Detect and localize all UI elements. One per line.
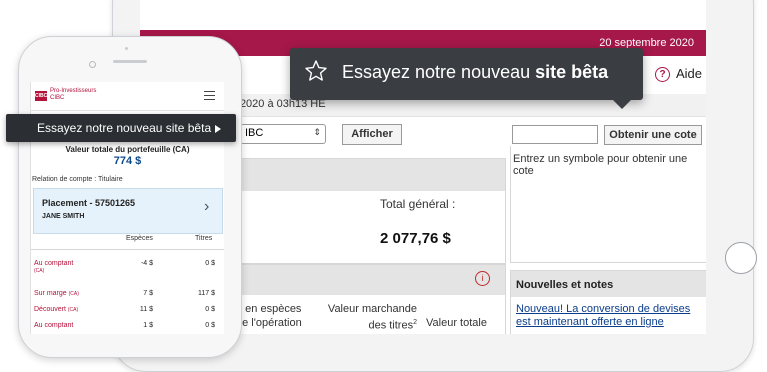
table-row[interactable]: Découvert (CA) 11 $ 0 $	[31, 306, 224, 321]
column-cash: Espèces	[126, 235, 153, 242]
footnote-mark: 2	[413, 319, 417, 326]
account-holder-name: JANE SMITH	[42, 213, 85, 220]
row-securities: 0 $	[205, 322, 215, 329]
beta-site-banner[interactable]: Essayez notre nouveau site bêta	[6, 114, 236, 142]
star-outline-icon	[304, 59, 328, 88]
column-securities: Titres	[195, 235, 213, 242]
afficher-button[interactable]: Afficher	[342, 124, 402, 145]
tooltip-text-bold: site bêta	[535, 62, 609, 82]
table-row[interactable]: Au comptant 1 $ 0 $	[31, 322, 224, 334]
tooltip-pointer	[613, 100, 631, 109]
tooltip-text-plain: Essayez notre nouveau	[342, 62, 536, 82]
column-total-header: Valeur totale	[426, 317, 487, 329]
brand-line1: Pro-Investisseurs	[50, 88, 97, 94]
row-label: Au comptant	[34, 322, 74, 329]
play-arrow-icon	[215, 125, 221, 133]
table-row[interactable]: Sur marge (CA) 7 $ 117 $	[31, 290, 224, 305]
account-card[interactable]: Placement - 57501265 JANE SMITH ›	[33, 188, 223, 234]
help-icon[interactable]: ?	[655, 67, 670, 82]
portfolio-title: Valeur totale du portefeuille (CA)	[65, 145, 190, 154]
total-value: 2 077,76 $	[380, 230, 451, 247]
account-select-value: IBC	[245, 127, 264, 139]
account-select[interactable]: IBC ⇕	[240, 124, 326, 144]
portfolio-value: 774 $	[113, 155, 142, 167]
row-cash: 1 $	[143, 322, 153, 329]
row-label: Sur marge (CA)	[34, 290, 79, 297]
quote-symbol-input[interactable]	[512, 125, 598, 144]
phone-header: CIBC Pro-Investisseurs CIBC	[31, 82, 224, 111]
get-quote-button[interactable]: Obtenir une cote	[604, 125, 702, 145]
column-market-header: Valeur marchande des titres2	[313, 302, 417, 333]
hamburger-menu-icon[interactable]	[204, 91, 215, 101]
help-link[interactable]: Aide	[676, 66, 702, 81]
quote-hint: Entrez un symbole pour obtenir une cote	[513, 153, 688, 177]
brand-line2: CIBC	[50, 95, 65, 101]
account-relation: Relation de compte : Titulaire	[32, 176, 123, 183]
phone-sensor	[125, 47, 128, 50]
beta-banner-text: Essayez notre nouveau site bêta	[37, 121, 212, 135]
tablet-home-button	[725, 242, 757, 274]
select-arrows-icon: ⇕	[313, 127, 321, 137]
phone-camera	[89, 61, 96, 68]
chevron-right-icon: ›	[204, 198, 210, 215]
row-cash: 7 $	[143, 290, 153, 297]
row-securities: 0 $	[205, 306, 215, 313]
row-cash: -4 $	[140, 260, 153, 267]
row-securities: 0 $	[205, 260, 215, 267]
account-title: Placement - 57501265	[42, 198, 136, 208]
table-row[interactable]: Au comptant (CA) -4 $ 0 $	[31, 260, 224, 275]
total-label: Total général :	[380, 197, 456, 211]
info-icon[interactable]: i	[475, 271, 490, 286]
table-divider	[31, 249, 224, 250]
row-cash: 11 $	[139, 306, 153, 313]
beta-site-tooltip[interactable]: Essayez notre nouveau site bêta	[290, 48, 643, 109]
column-cash-line1: e en espèces	[236, 303, 302, 315]
row-securities: 117 $	[198, 290, 215, 297]
column-market-line2: des titres	[368, 319, 414, 332]
row-label: Découvert (CA)	[34, 306, 79, 313]
row-label: Au comptant (CA)	[34, 260, 74, 274]
news-link[interactable]: Nouveau! La conversion de devises est ma…	[516, 303, 702, 329]
column-cash-line2: de l'opération	[236, 317, 302, 329]
news-title: Nouvelles et notes	[516, 279, 614, 291]
phone-speaker	[113, 60, 147, 63]
tooltip-text: Essayez notre nouveau site bêta	[342, 62, 608, 83]
column-cash-header: e en espèces de l'opération	[236, 302, 302, 330]
brand-text: Pro-Investisseurs CIBC	[50, 88, 96, 102]
cibc-logo: CIBC	[35, 91, 48, 101]
column-market-line1: Valeur marchande	[327, 303, 417, 315]
